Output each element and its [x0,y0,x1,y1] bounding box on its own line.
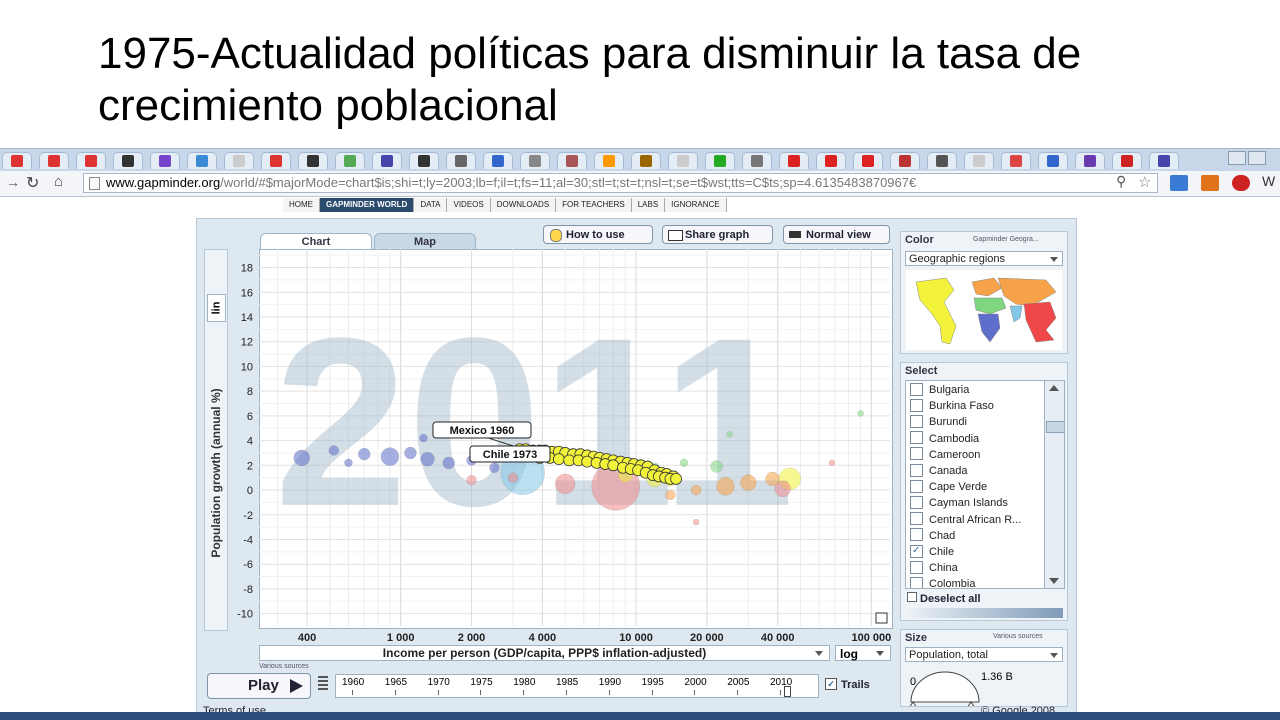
bubble-2011 [665,489,676,501]
chart-svg: 2011Mexico 1960Chile 1973181614121086420… [237,249,891,644]
bubble-2011 [857,410,864,417]
y-tick-label: 12 [241,337,253,349]
taskbar-strip [0,712,1280,720]
x-tick-label: 10 000 [619,632,653,644]
y-tick-label: 16 [241,287,253,299]
y-tick-label: 8 [247,386,253,398]
y-tick-label: 10 [241,361,253,373]
bubble-2011 [774,480,791,498]
y-tick-label: 0 [247,485,253,497]
x-tick-label: 20 000 [690,632,724,644]
bubble-2011 [554,473,576,495]
trail-point [607,459,620,472]
x-tick-label: 100 000 [851,632,891,644]
bubble-2011 [420,451,435,467]
year-watermark: 2011 [274,288,795,556]
y-tick-label: -2 [243,510,253,522]
bubble-2011 [489,462,500,474]
trail-point [552,453,565,466]
bubble-2011 [710,460,723,473]
bubble-2011 [404,446,417,460]
bubble-2011 [419,433,428,443]
bubble-2011 [828,459,836,467]
x-tick-label: 1 000 [387,632,415,644]
bubble-2011 [466,474,477,486]
bubble-2011 [690,484,702,496]
x-tick-label: 2 000 [458,632,486,644]
bubble-2011 [679,458,689,468]
y-tick-label: 6 [247,411,253,423]
trail-point [670,473,682,485]
bubble-2011 [716,477,735,496]
y-tick-label: -6 [243,559,253,571]
annotation-label: Chile 1973 [483,449,537,461]
y-tick-label: 4 [247,436,253,448]
bubble-2011 [740,474,757,491]
y-tick-label: -8 [243,584,253,596]
bubble-2011 [380,447,400,466]
y-tick-label: 2 [247,460,253,472]
x-tick-label: 400 [298,632,316,644]
bubble-2011 [442,456,455,470]
y-tick-label: 14 [241,312,253,324]
bubble-2011 [344,458,353,468]
y-tick-label: -4 [243,534,253,546]
bubble-2011 [357,447,371,461]
bubble-2011 [726,431,733,438]
bubble-2011 [507,472,519,483]
bubble-2011 [293,449,311,467]
bubble-2011 [328,445,340,456]
x-tick-label: 40 000 [761,632,795,644]
x-tick-label: 4 000 [529,632,557,644]
annotation-label: Mexico 1960 [450,425,515,437]
bubble-2011 [692,518,700,526]
y-tick-label: 18 [241,263,253,275]
y-tick-label: -10 [237,609,253,621]
expand-icon [875,612,888,624]
